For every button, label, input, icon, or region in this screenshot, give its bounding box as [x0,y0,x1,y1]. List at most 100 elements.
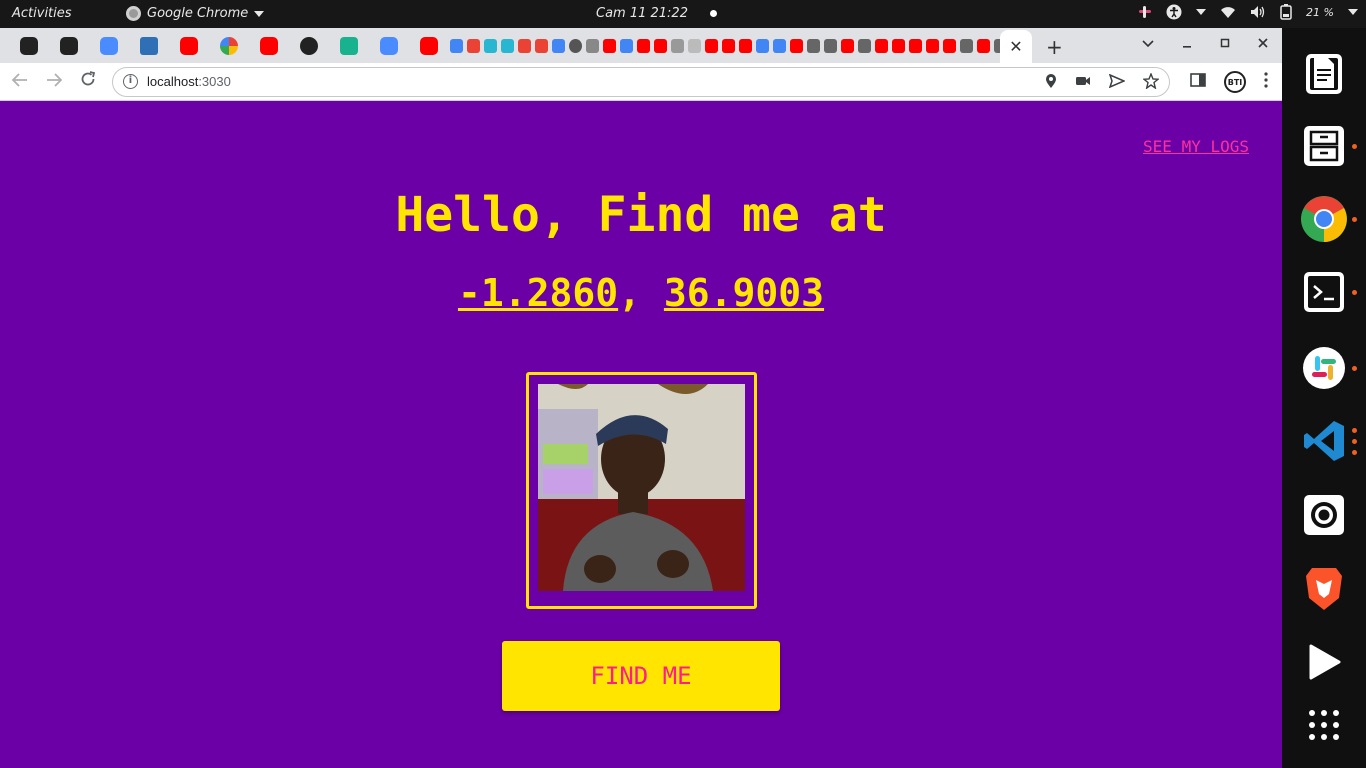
browser-window: ✕ + i localhost:3030 BTI SEE MY LOGS Hel… [0,28,1282,768]
see-my-logs-link[interactable]: SEE MY LOGS [1143,137,1249,156]
zoom-icon[interactable] [100,37,118,55]
generic-tab-icon[interactable] [569,39,582,53]
running-indicator [1352,290,1357,295]
youtube-icon[interactable] [875,39,888,53]
toolbar-right: BTI [1190,71,1268,93]
yuque-icon[interactable] [484,39,497,53]
url-text[interactable]: localhost:3030 [147,74,231,89]
file-cabinet-icon[interactable] [1300,122,1348,170]
replit-icon[interactable] [340,37,358,55]
youtube-icon[interactable] [977,39,990,53]
generic-tab-icon[interactable] [586,39,599,53]
tab-search-icon[interactable] [1142,36,1154,52]
running-indicator [1352,439,1357,444]
youtube-icon[interactable] [420,37,438,55]
back-icon[interactable] [11,71,28,92]
youtube-icon[interactable] [739,39,752,53]
youtube-icon[interactable] [926,39,939,53]
address-bar[interactable]: i localhost:3030 [112,67,1170,97]
battery-icon[interactable] [1280,4,1292,20]
docs-icon[interactable] [552,39,565,53]
chrome-icon[interactable] [1300,195,1348,243]
battery-percentage: 21 % [1306,5,1334,19]
youtube-icon[interactable] [180,37,198,55]
generic-tab-icon[interactable] [807,39,820,53]
yuque-icon[interactable] [501,39,514,53]
active-tab[interactable]: ✕ [1000,30,1032,63]
play-icon[interactable] [1300,638,1348,686]
accessibility-icon[interactable] [1166,4,1182,20]
generic-tab-icon[interactable] [688,39,701,53]
youtube-icon[interactable] [909,39,922,53]
youtube-icon[interactable] [892,39,905,53]
find-me-button[interactable]: FIND ME [502,641,780,711]
generic-tab-icon[interactable] [756,39,769,53]
generic-tab-icon[interactable] [960,39,973,53]
generic-tab-icon[interactable] [671,39,684,53]
share-icon[interactable] [1108,73,1126,92]
generic-hex-icon[interactable] [20,37,38,55]
new-tab-button[interactable]: + [1046,35,1063,59]
slack-icon[interactable] [1300,344,1348,392]
gmail-icon[interactable] [467,39,480,53]
gmail-icon[interactable] [518,39,531,53]
maximize-icon[interactable] [1220,36,1230,52]
generic-tab-icon[interactable] [773,39,786,53]
wifi-icon[interactable] [1220,5,1236,19]
docs-icon[interactable] [450,39,463,53]
youtube-icon[interactable] [790,39,803,53]
network-icon[interactable] [140,37,158,55]
slack-tray-icon[interactable] [1138,5,1152,19]
chevron-down-icon[interactable] [1196,9,1207,15]
close-tab-icon[interactable]: ✕ [1009,37,1022,56]
site-info-icon[interactable]: i [123,74,138,89]
forward-icon[interactable] [46,71,63,92]
zoom-icon[interactable] [380,37,398,55]
coordinate-separator: , [618,271,641,315]
chevron-down-icon[interactable] [1348,9,1358,15]
youtube-icon[interactable] [637,39,650,53]
youtube-icon[interactable] [705,39,718,53]
longitude-link[interactable]: 36.9003 [664,271,824,315]
youtube-icon[interactable] [603,39,616,53]
url-host: localhost [147,74,199,89]
running-indicator [1352,366,1357,371]
close-window-icon[interactable] [1258,36,1268,52]
bookmark-star-icon[interactable] [1142,72,1160,93]
volume-icon[interactable] [1250,5,1266,19]
obs-icon[interactable] [1300,491,1348,539]
generic-tab-icon[interactable] [858,39,871,53]
youtube-icon[interactable] [260,37,278,55]
vscode-icon[interactable] [1300,417,1348,465]
chevron-down-icon [254,10,265,17]
location-pin-icon[interactable] [1045,73,1057,93]
gmail-icon[interactable] [535,39,548,53]
terminal-icon[interactable] [1300,268,1348,316]
youtube-icon[interactable] [654,39,667,53]
camera-icon[interactable] [1075,75,1091,91]
latitude-link[interactable]: -1.2860 [458,271,618,315]
minimize-icon[interactable] [1182,36,1192,52]
reload-icon[interactable] [80,71,96,92]
system-tray[interactable]: 21 % [1138,4,1358,20]
youtube-icon[interactable] [943,39,956,53]
more-menu-icon[interactable] [1264,72,1268,92]
activities-button[interactable]: Activities [12,6,72,21]
text-editor-icon[interactable] [1300,50,1348,98]
docs-icon[interactable] [620,39,633,53]
youtube-icon[interactable] [722,39,735,53]
youtube-icon[interactable] [841,39,854,53]
github-icon[interactable] [300,37,318,55]
browser-toolbar: i localhost:3030 BTI [0,63,1282,101]
navigation-buttons [11,71,96,92]
google-icon[interactable] [220,37,238,55]
generic-hex-icon[interactable] [60,37,78,55]
brave-icon[interactable] [1300,565,1348,613]
profile-photo [538,384,745,591]
app-menu[interactable]: Google Chrome [126,6,265,21]
app-grid-icon[interactable] [1300,701,1348,749]
generic-tab-icon[interactable] [824,39,837,53]
clock[interactable]: Cam 11 21:22 [596,6,717,21]
profile-avatar[interactable]: BTI [1224,71,1246,93]
side-panel-icon[interactable] [1190,73,1206,91]
